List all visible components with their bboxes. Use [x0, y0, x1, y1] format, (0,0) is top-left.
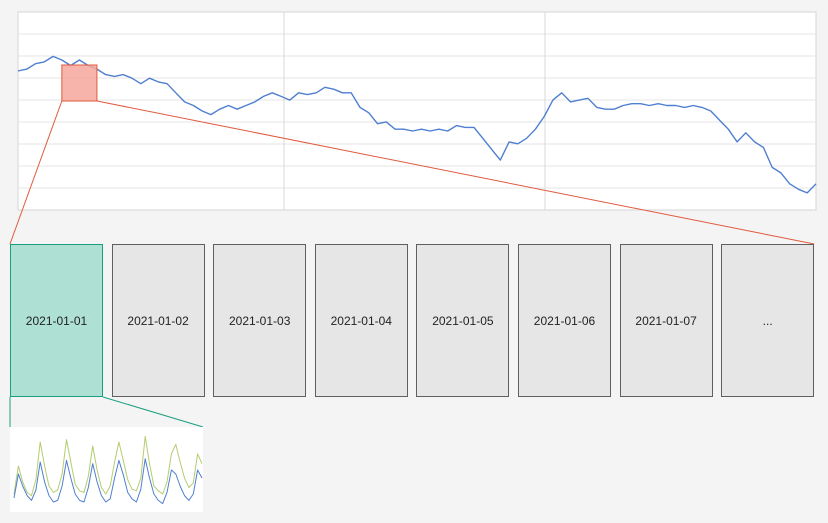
day-box-more[interactable]: ...	[721, 244, 815, 397]
day-box-label: 2021-01-04	[330, 313, 392, 328]
day-box[interactable]: 2021-01-07	[619, 244, 713, 397]
day-box-label: ...	[762, 313, 773, 328]
day-box-label: 2021-01-03	[228, 313, 291, 328]
day-box[interactable]: 2021-01-02	[111, 244, 205, 397]
day-box[interactable]: 2021-01-05	[416, 244, 510, 397]
day-box-label: 2021-01-01	[25, 313, 88, 328]
day-box[interactable]: 2021-01-01	[10, 244, 103, 397]
main-chart-panel	[17, 11, 817, 211]
day-box[interactable]: 2021-01-03	[213, 244, 307, 397]
day-box-label: 2021-01-05	[432, 313, 494, 328]
day-box-label: 2021-01-06	[533, 313, 596, 328]
day-box-label: 2021-01-07	[635, 313, 697, 328]
highlight-window	[61, 64, 98, 102]
day-box[interactable]: 2021-01-04	[314, 244, 408, 397]
zoom-highlight	[61, 64, 98, 102]
connector-right-green	[102, 396, 204, 428]
day-box-label: 2021-01-02	[127, 313, 189, 328]
day-box[interactable]: 2021-01-06	[518, 244, 611, 397]
